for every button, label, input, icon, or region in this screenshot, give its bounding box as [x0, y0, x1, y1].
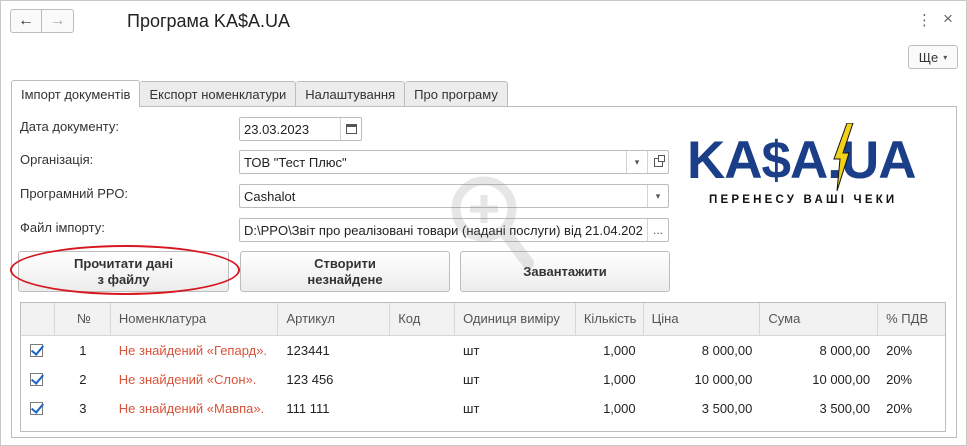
col-sum[interactable]: Сума	[760, 303, 879, 335]
tab-about[interactable]: Про програму	[405, 81, 508, 106]
tab-import-documents[interactable]: Імпорт документів	[11, 80, 141, 107]
create-missing-label-2: незнайдене	[307, 271, 383, 287]
cell-unit: шт	[463, 372, 480, 387]
row-checkbox[interactable]	[30, 344, 43, 357]
org-open-button[interactable]	[647, 151, 668, 173]
rro-dropdown-button[interactable]: ▾	[647, 185, 668, 207]
col-quantity[interactable]: Кількість	[576, 303, 644, 335]
cell-price: 3 500,00	[701, 401, 753, 416]
history-nav: ← →	[10, 9, 74, 33]
cell-vat: 20%	[886, 343, 913, 358]
cell-code	[390, 336, 455, 365]
calendar-button[interactable]	[340, 118, 361, 140]
col-unit[interactable]: Одиниця виміру	[455, 303, 576, 335]
cell-code	[390, 365, 455, 394]
create-missing-label-1: Створити	[314, 255, 376, 271]
rro-value: Cashalot	[244, 188, 296, 204]
org-field[interactable]: ТОВ "Тест Плюс" ▾	[239, 150, 669, 174]
org-dropdown-button[interactable]: ▾	[626, 151, 647, 173]
row-checkbox[interactable]	[30, 402, 43, 415]
logo-text: KA$A.UA	[687, 131, 917, 190]
cell-sum: 10 000,00	[812, 372, 871, 387]
row-checkbox[interactable]	[30, 373, 43, 386]
chevron-down-icon: ▾	[634, 156, 640, 167]
table-header: № Номенклатура Артикул Код Одиниця вимір…	[21, 303, 945, 336]
calendar-icon	[345, 124, 357, 134]
create-missing-button[interactable]: Створити незнайдене	[240, 251, 450, 292]
cell-quantity: 1,000	[603, 401, 636, 416]
kebab-menu-icon[interactable]: ⋮	[917, 11, 932, 29]
more-button[interactable]: Ще ▾	[908, 45, 958, 69]
file-label: Файл імпорту:	[20, 220, 105, 235]
read-file-label-2: з файлу	[97, 271, 150, 287]
col-vat[interactable]: % ПДВ	[878, 303, 945, 335]
file-field[interactable]: D:\PPO\Звіт про реалізовані товари (нада…	[239, 218, 669, 242]
cell-article: 111 111	[286, 401, 330, 416]
window-title: Програма KA$A.UA	[127, 11, 290, 31]
cell-code	[390, 394, 455, 423]
more-label: Ще	[918, 49, 939, 65]
date-value: 23.03.2023	[244, 121, 310, 137]
cell-sum: 3 500,00	[819, 401, 871, 416]
rro-label: Програмний РРО:	[20, 186, 129, 201]
chevron-down-icon: ▾	[655, 190, 661, 201]
cell-vat: 20%	[886, 401, 913, 416]
chevron-down-icon: ▾	[943, 52, 948, 62]
org-label: Організація:	[20, 152, 94, 167]
cell-vat: 20%	[886, 372, 913, 387]
cell-number: 3	[79, 401, 87, 416]
tab-settings[interactable]: Налаштування	[296, 81, 406, 106]
col-number[interactable]: №	[55, 303, 111, 335]
cell-sum: 8 000,00	[819, 343, 871, 358]
table-row[interactable]: 1 Не знайдений «Гепард». 123441 шт 1,000…	[21, 336, 945, 365]
tab-bar: Імпорт документів Експорт номенклатури Н…	[11, 80, 508, 107]
cell-nomenclature: Не знайдений «Мавпа».	[118, 401, 265, 416]
col-nomenclature[interactable]: Номенклатура	[111, 303, 279, 335]
cell-unit: шт	[463, 401, 480, 416]
col-article[interactable]: Артикул	[278, 303, 391, 335]
file-browse-button[interactable]: ...	[647, 219, 668, 241]
date-field[interactable]: 23.03.2023	[239, 117, 362, 141]
rro-field[interactable]: Cashalot ▾	[239, 184, 669, 208]
close-icon[interactable]: ×	[943, 9, 953, 29]
kasa-logo: KA$A.UA ПЕРЕНЕСУ ВАШІ ЧЕКИ	[687, 123, 932, 211]
items-table: № Номенклатура Артикул Код Одиниця вимір…	[20, 302, 946, 432]
cell-quantity: 1,000	[603, 343, 636, 358]
cell-article: 123 456	[286, 372, 334, 387]
cell-price: 10 000,00	[694, 372, 753, 387]
logo-tagline: ПЕРЕНЕСУ ВАШІ ЧЕКИ	[709, 194, 898, 206]
cell-quantity: 1,000	[603, 372, 636, 387]
load-button[interactable]: Завантажити	[460, 251, 670, 292]
cell-unit: шт	[463, 343, 480, 358]
tab-export-nomenclature[interactable]: Експорт номенклатури	[140, 81, 297, 106]
back-button[interactable]: ←	[10, 9, 42, 33]
app-window: ← → Програма KA$A.UA ⋮ × Ще ▾ Імпорт док…	[0, 0, 967, 446]
open-window-icon	[653, 154, 665, 167]
read-file-button[interactable]: Прочитати дані з файлу	[18, 251, 229, 292]
table-row[interactable]: 3 Не знайдений «Мавпа». 111 111 шт 1,000…	[21, 394, 945, 423]
cell-price: 8 000,00	[701, 343, 753, 358]
org-value: ТОВ "Тест Плюс"	[244, 154, 347, 170]
cell-nomenclature: Не знайдений «Гепард».	[118, 343, 268, 358]
date-label: Дата документу:	[20, 119, 119, 134]
col-price[interactable]: Ціна	[644, 303, 761, 335]
col-check[interactable]	[21, 303, 55, 335]
forward-button[interactable]: →	[42, 9, 74, 33]
read-file-label-1: Прочитати дані	[74, 255, 173, 271]
cell-article: 123441	[286, 343, 330, 358]
cell-nomenclature: Не знайдений «Слон».	[118, 372, 257, 387]
arrow-right-icon: →	[49, 12, 66, 29]
table-row[interactable]: 2 Не знайдений «Слон». 123 456 шт 1,000 …	[21, 365, 945, 394]
col-code[interactable]: Код	[390, 303, 456, 335]
arrow-left-icon: ←	[18, 12, 34, 29]
file-value: D:\PPO\Звіт про реалізовані товари (нада…	[244, 222, 643, 238]
cell-number: 1	[79, 343, 87, 358]
cell-number: 2	[79, 372, 87, 387]
